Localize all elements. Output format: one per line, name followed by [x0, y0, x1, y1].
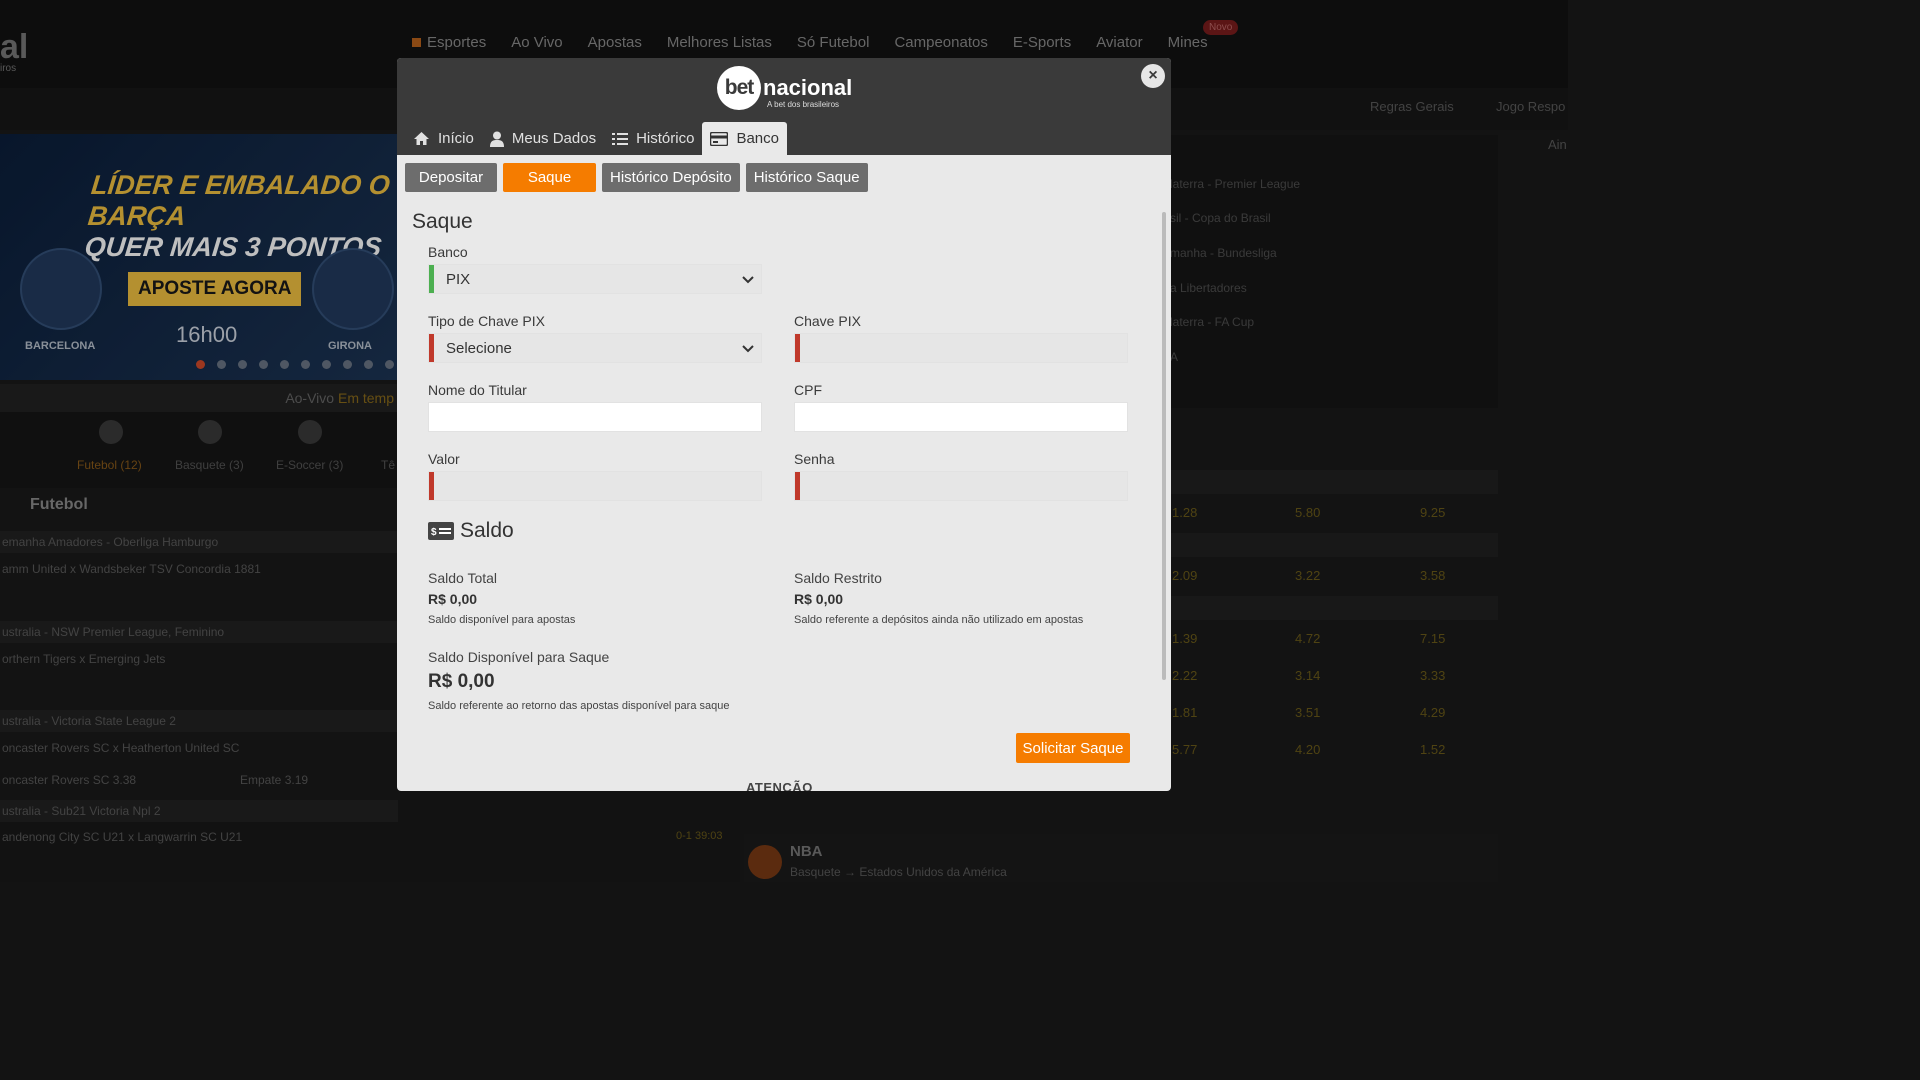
saldo-total-label: Saldo Total: [428, 570, 498, 586]
senha-input[interactable]: [800, 472, 1128, 500]
banco-label: Banco: [428, 244, 468, 260]
atencao-heading: ATENÇÃO: [746, 780, 813, 791]
chave-pix-label: Chave PIX: [794, 313, 861, 329]
banco-select[interactable]: PIX: [428, 264, 762, 294]
modal-tabs: Início Meus Dados Histórico Banco: [405, 122, 787, 155]
historico-saque-tab[interactable]: Histórico Saque: [745, 163, 868, 192]
cpf-field[interactable]: [794, 402, 1128, 432]
valor-label: Valor: [428, 451, 460, 467]
banco-select-control[interactable]: PIX: [434, 265, 762, 293]
brand-bet-mark: bet: [717, 66, 761, 110]
tab-label: Início: [438, 130, 474, 147]
nome-titular-label: Nome do Titular: [428, 382, 527, 398]
depositar-tab[interactable]: Depositar: [405, 163, 497, 192]
account-modal: bet nacional A bet dos brasileiros × Iní…: [397, 58, 1171, 791]
tipo-chave-label: Tipo de Chave PIX: [428, 313, 545, 329]
svg-text:$: $: [431, 527, 437, 538]
valor-input[interactable]: [434, 472, 762, 500]
saldo-restrito-label: Saldo Restrito: [794, 570, 882, 586]
money-icon: $: [428, 522, 454, 540]
brand-name: nacional: [763, 75, 853, 100]
saque-tab[interactable]: Saque: [503, 163, 596, 192]
valor-field[interactable]: [428, 471, 762, 501]
saldo-disponivel-value: R$ 0,00: [428, 671, 495, 692]
cpf-label: CPF: [794, 382, 822, 398]
tab-meus-dados[interactable]: Meus Dados: [482, 122, 604, 155]
saldo-disponivel-desc: Saldo referente ao retorno das apostas d…: [428, 700, 730, 712]
tab-banco[interactable]: Banco: [702, 122, 787, 155]
section-title: Saque: [412, 210, 473, 233]
tab-label: Banco: [736, 130, 779, 147]
list-icon: [612, 132, 629, 145]
saldo-title: Saldo: [460, 519, 514, 542]
tipo-chave-select-control[interactable]: Selecione: [434, 334, 762, 362]
brand-tagline: A bet dos brasileiros: [767, 100, 840, 109]
saldo-disponivel-label: Saldo Disponível para Saque: [428, 649, 610, 665]
bank-subtabs: Depositar Saque Histórico Depósito Histó…: [405, 163, 868, 192]
brand-logo: bet nacional A bet dos brasileiros: [717, 66, 852, 110]
saldo-restrito-value: R$ 0,00: [794, 591, 844, 607]
tab-historico[interactable]: Histórico: [604, 122, 702, 155]
saldo-restrito-desc: Saldo referente a depósitos ainda não ut…: [794, 614, 1084, 626]
senha-label: Senha: [794, 451, 835, 467]
saldo-total-value: R$ 0,00: [428, 591, 478, 607]
historico-deposito-tab[interactable]: Histórico Depósito: [602, 163, 740, 192]
tab-label: Meus Dados: [511, 130, 597, 147]
senha-field[interactable]: [794, 471, 1128, 501]
card-icon: [710, 131, 729, 146]
tipo-chave-select[interactable]: Selecione: [428, 333, 762, 363]
chave-pix-input[interactable]: [800, 334, 1128, 362]
tab-inicio[interactable]: Início: [405, 122, 482, 155]
nome-titular-input[interactable]: [434, 403, 762, 431]
modal-scrollbar[interactable]: [1162, 212, 1166, 680]
solicitar-saque-button[interactable]: Solicitar Saque: [1016, 733, 1130, 763]
chave-pix-field[interactable]: [794, 333, 1128, 363]
nome-titular-field[interactable]: [428, 402, 762, 432]
tab-label: Histórico: [636, 130, 695, 147]
user-icon: [489, 131, 504, 147]
close-icon[interactable]: ×: [1141, 64, 1165, 88]
home-icon: [414, 132, 429, 145]
saldo-total-desc: Saldo disponível para apostas: [428, 614, 576, 626]
modal-header: bet nacional A bet dos brasileiros × Iní…: [397, 58, 1171, 155]
saldo-heading: $ Saldo: [428, 519, 514, 543]
cpf-input[interactable]: [800, 403, 1128, 431]
